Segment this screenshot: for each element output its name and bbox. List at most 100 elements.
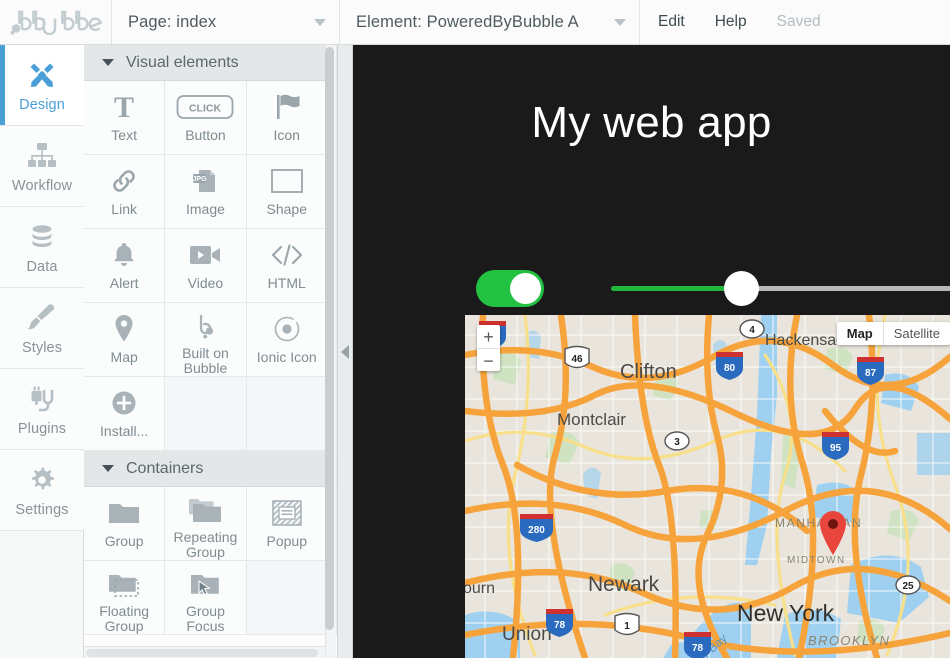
sidebar-item-styles[interactable]: Styles	[0, 288, 84, 369]
palette-vertical-scrollbar[interactable]	[325, 45, 336, 658]
palette-tile-shape[interactable]: Shape	[246, 155, 328, 229]
bubble-logo-icon	[192, 311, 218, 343]
svg-text:46: 46	[571, 354, 583, 365]
palette-tile-ionic-icon[interactable]: Ionic Icon	[246, 303, 328, 377]
range-slider[interactable]	[611, 271, 950, 306]
page-title: My web app	[531, 98, 772, 147]
palette-hscroll-thumb[interactable]	[86, 649, 318, 657]
svg-text:95: 95	[830, 443, 842, 454]
design-canvas[interactable]: My web app Clifton Hackensack Montclair …	[353, 45, 950, 658]
map-type-switcher[interactable]: Map Satellite	[836, 322, 950, 345]
sidebar-item-label: Settings	[15, 501, 69, 518]
palette-tile-popup[interactable]: Popup	[246, 487, 328, 561]
palette-tile-built-on-bubble[interactable]: Built on Bubble	[165, 303, 247, 377]
chevron-down-icon	[314, 18, 326, 26]
toggle-knob[interactable]	[510, 273, 541, 304]
palette-tile-label: Icon	[273, 127, 300, 143]
palette-tile-label: Popup	[266, 533, 307, 549]
palette-tile-button[interactable]: CLICK Button	[165, 81, 247, 155]
palette-tile-repeating-group[interactable]: Repeating Group	[165, 487, 247, 561]
element-selector[interactable]: Element: PoweredByBubble A	[340, 0, 640, 44]
sidebar-item-plugins[interactable]: Plugins	[0, 369, 84, 450]
palette-tile-group[interactable]: Group	[84, 487, 166, 561]
palette-tile-label: Link	[111, 201, 137, 217]
palette-scroll-thumb[interactable]	[325, 47, 334, 630]
map-type-satellite-button[interactable]: Satellite	[882, 322, 950, 345]
folder-dashed-icon	[107, 569, 141, 601]
palette-tile-empty	[246, 377, 328, 451]
folder-cursor-icon	[188, 569, 222, 601]
element-selector-label: Element: PoweredByBubble A	[356, 12, 579, 31]
palette-tile-label: Group Focus	[185, 603, 225, 634]
palette-tile-label: Alert	[109, 275, 139, 291]
palette-tile-floating-group[interactable]: Floating Group	[84, 561, 166, 635]
palette-tile-html[interactable]: HTML	[246, 229, 328, 303]
folder-icon	[107, 495, 141, 531]
shape-rectangle-icon	[270, 163, 304, 199]
workflow-hierarchy-icon	[26, 139, 58, 173]
svg-text:Newark: Newark	[588, 573, 660, 596]
folder-stack-icon	[188, 495, 222, 527]
bubble-wordmark-icon	[10, 10, 102, 35]
palette-tile-icon[interactable]: Icon	[246, 81, 328, 155]
top-menu: Edit Help Saved	[640, 0, 821, 44]
sidebar-item-data[interactable]: Data	[0, 207, 84, 288]
element-palette: Visual elements T Text CLICK Button Icon…	[84, 45, 338, 658]
map-zoom-out-button[interactable]: −	[477, 349, 500, 372]
text-serif-t-icon: T	[109, 89, 139, 125]
svg-text:3: 3	[674, 437, 680, 448]
palette-tile-empty	[165, 377, 247, 451]
bubble-editor-window: Page: index Element: PoweredByBubble A E…	[0, 0, 950, 658]
bubble-logo[interactable]	[0, 0, 112, 44]
svg-text:Montclair: Montclair	[557, 410, 626, 429]
sidebar-item-settings[interactable]: Settings	[0, 450, 84, 531]
panel-collapse-handle[interactable]	[338, 45, 353, 658]
map-tiles: Clifton Hackensack Montclair Newark New …	[465, 315, 950, 658]
palette-tile-label: HTML	[267, 275, 306, 291]
sidebar-item-design[interactable]: Design	[0, 45, 84, 126]
save-status-label: Saved	[776, 13, 821, 30]
slider-handle[interactable]	[724, 271, 759, 306]
map-pin-icon	[112, 311, 136, 347]
settings-gear-icon	[27, 463, 57, 497]
palette-tile-image[interactable]: JPG Image	[165, 155, 247, 229]
palette-tile-label: Text	[111, 127, 137, 143]
svg-text:New York: New York	[737, 600, 835, 626]
triangle-down-icon	[102, 465, 114, 472]
palette-tile-link[interactable]: Link	[84, 155, 166, 229]
link-chain-icon	[109, 163, 139, 199]
page-selector[interactable]: Page: index	[112, 0, 340, 44]
palette-tile-video[interactable]: Video	[165, 229, 247, 303]
palette-tile-label: Ionic Icon	[256, 349, 317, 365]
sidebar-item-label: Plugins	[17, 420, 67, 437]
palette-tile-text[interactable]: T Text	[84, 81, 166, 155]
svg-text:ourn: ourn	[465, 580, 495, 597]
map-marker[interactable]	[817, 510, 849, 558]
palette-section-visual-elements[interactable]: Visual elements	[84, 45, 337, 81]
svg-text:78: 78	[692, 643, 704, 654]
toggle-switch[interactable]	[476, 270, 544, 307]
alert-bell-icon	[109, 237, 139, 273]
palette-horizontal-scrollbar[interactable]	[84, 646, 327, 658]
popup-window-icon	[271, 495, 303, 531]
menu-item-edit[interactable]: Edit	[658, 13, 685, 31]
sidebar-item-workflow[interactable]: Workflow	[0, 126, 84, 207]
map-widget[interactable]: Clifton Hackensack Montclair Newark New …	[465, 315, 950, 658]
menu-item-help[interactable]: Help	[715, 13, 747, 31]
palette-tile-group-focus[interactable]: Group Focus	[165, 561, 247, 635]
map-type-map-button[interactable]: Map	[837, 322, 883, 345]
palette-tile-install[interactable]: Install...	[84, 377, 166, 451]
triangle-down-icon	[102, 59, 114, 66]
palette-tile-alert[interactable]: Alert	[84, 229, 166, 303]
palette-section-containers[interactable]: Containers	[84, 451, 337, 487]
palette-tile-map[interactable]: Map	[84, 303, 166, 377]
svg-text:BROOKLYN: BROOKLYN	[808, 633, 890, 648]
chevron-down-icon	[614, 18, 626, 26]
svg-text:T: T	[114, 92, 134, 122]
svg-text:78: 78	[554, 620, 566, 631]
map-zoom-in-button[interactable]: +	[477, 325, 500, 348]
palette-tile-label: Group	[104, 533, 144, 549]
sidebar-item-label: Workflow	[11, 177, 73, 194]
map-zoom-controls[interactable]: + −	[477, 325, 500, 371]
palette-tile-label: Repeating Group	[173, 529, 238, 560]
